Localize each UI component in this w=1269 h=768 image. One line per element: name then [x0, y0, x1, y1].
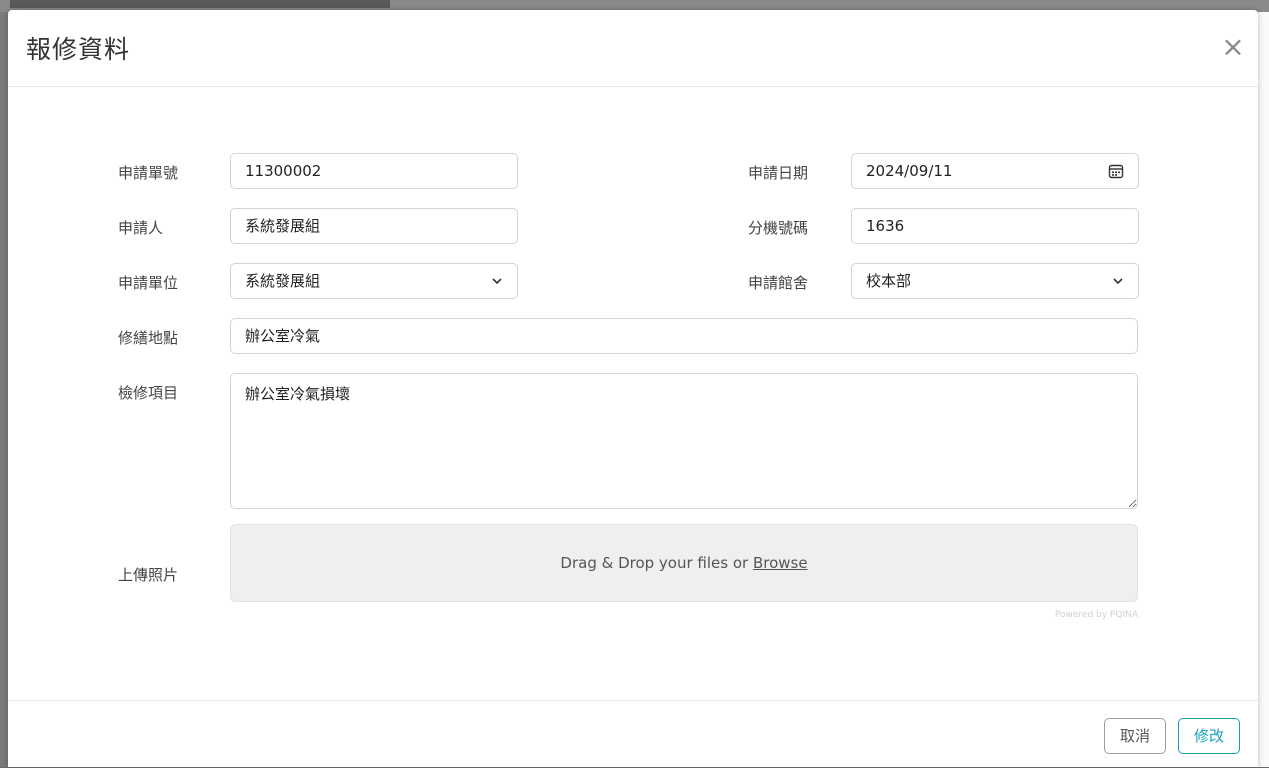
application-no-value: 11300002 [245, 162, 322, 180]
modify-button[interactable]: 修改 [1178, 718, 1240, 754]
powered-by-credit[interactable]: Powered by PQINA [1028, 610, 1138, 620]
modal-footer: 取消 修改 [8, 700, 1258, 768]
modal-title: 報修資料 [26, 35, 131, 64]
campus-select[interactable]: 校本部 [851, 263, 1139, 299]
drop-prompt: Drag & Drop your files or [560, 554, 753, 572]
applicant-input[interactable]: 系統發展組 [230, 208, 518, 244]
extension-label: 分機號碼 [748, 219, 809, 237]
application-date-label: 申請日期 [748, 164, 809, 182]
extension-value: 1636 [866, 217, 905, 235]
campus-selected-value: 校本部 [866, 272, 912, 290]
unit-selected-value: 系統發展組 [245, 272, 321, 290]
backdrop-content [10, 0, 390, 8]
repair-items-textarea[interactable]: 辦公室冷氣損壞 [230, 373, 1138, 509]
repair-modal: 報修資料 × 申請單號 11300002 申請日期 2024/09/11 申請人… [8, 10, 1258, 767]
application-no-label: 申請單號 [118, 164, 179, 182]
browse-link[interactable]: Browse [753, 554, 808, 572]
file-drop-area[interactable]: Drag & Drop your files or Browse [230, 524, 1138, 602]
application-date-value: 2024/09/11 [866, 162, 953, 180]
unit-select[interactable]: 系統發展組 [230, 263, 518, 299]
location-label: 修繕地點 [118, 329, 179, 347]
extension-input[interactable]: 1636 [851, 208, 1139, 244]
applicant-value: 系統發展組 [245, 217, 321, 235]
chevron-down-icon [1112, 264, 1124, 298]
unit-label: 申請單位 [118, 274, 179, 292]
location-input[interactable]: 辦公室冷氣 [230, 318, 1138, 354]
calendar-icon[interactable] [1108, 154, 1124, 188]
close-button[interactable]: × [1218, 32, 1248, 62]
location-value: 辦公室冷氣 [245, 327, 321, 345]
applicant-label: 申請人 [118, 219, 164, 237]
chevron-down-icon [491, 264, 503, 298]
application-date-input[interactable]: 2024/09/11 [851, 153, 1139, 189]
campus-label: 申請館舍 [748, 274, 809, 292]
application-no-input[interactable]: 11300002 [230, 153, 518, 189]
backdrop-left [0, 12, 8, 767]
modal-header: 報修資料 × [8, 10, 1258, 87]
repair-items-label: 檢修項目 [118, 384, 179, 402]
upload-photo-label: 上傳照片 [118, 566, 179, 584]
cancel-button[interactable]: 取消 [1104, 718, 1166, 754]
